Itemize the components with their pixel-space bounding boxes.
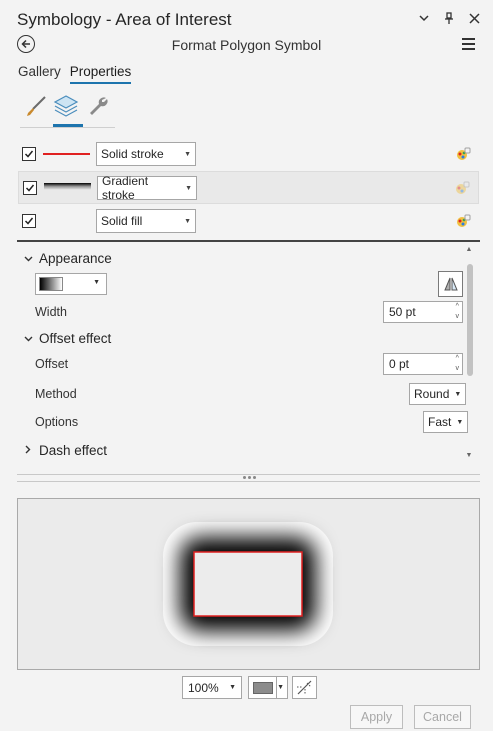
gradient-line-swatch [44,183,91,190]
grip-icon [243,476,256,479]
width-value: 50 pt [389,305,416,319]
chevron-right-icon [23,445,33,456]
scroll-up-icon[interactable]: ▲ [464,246,474,253]
layer-row-solid-stroke[interactable]: Solid stroke ▼ [18,138,479,171]
page-subtitle: Format Polygon Symbol [171,37,322,53]
background-color-swatch [253,682,273,694]
spinner-icon[interactable]: ^ v [456,354,460,374]
layer-type-dropdown[interactable]: Solid stroke ▼ [96,142,196,166]
dropdown-arrow-icon: ▼ [185,184,192,192]
layer-type-value: Gradient stroke [102,174,149,202]
dropdown-arrow-icon: ▼ [277,684,284,691]
divider [17,240,480,242]
tab-properties[interactable]: Properties [69,64,132,84]
appearance-header-label: Appearance [39,251,112,266]
tab-symbol[interactable] [22,92,50,120]
symbol-preview [17,498,480,670]
dropdown-arrow-icon: ▼ [184,150,191,158]
dropdown-arrow-icon: ▼ [456,418,464,426]
polygon-preview-graphic [163,522,333,646]
red-line-swatch [43,153,90,155]
wrench-icon [90,97,108,115]
properties-panel: Appearance ▼ Width 50 pt ^ v Offset effec… [17,244,478,464]
layer-row-gradient-stroke[interactable]: Gradient stroke ▼ [18,171,479,204]
background-color-dropdown[interactable]: ▼ [248,676,288,699]
checkmark-icon [24,217,34,225]
dropdown-arrow-icon: ▼ [93,279,100,286]
zoom-value: 100% [188,681,219,695]
dropdown-arrow-icon: ▼ [229,684,236,691]
options-dropdown[interactable]: Fast ▼ [423,411,469,433]
options-value: Fast [428,415,452,429]
checkmark-icon [25,184,35,192]
dash-effect-header-label: Dash effect [39,443,108,458]
chevron-down-icon [23,254,33,264]
pane-splitter[interactable] [17,474,480,482]
method-value: Round [414,387,450,401]
back-button[interactable] [17,35,35,53]
layer-type-value: Solid fill [101,214,143,228]
scrollbar-thumb[interactable] [467,264,473,376]
options-label: Options [35,415,79,429]
offset-effect-header-label: Offset effect [39,331,112,346]
color-scheme-dropdown[interactable]: ▼ [35,273,107,295]
layer-type-dropdown[interactable]: Solid fill ▼ [96,209,196,233]
tab-structure[interactable] [84,92,112,120]
dropdown-arrow-icon: ▼ [454,390,462,398]
color-lock-icon[interactable] [455,213,471,229]
layer-visibility-checkbox[interactable] [22,214,36,228]
flip-gradient-button[interactable] [438,271,463,297]
title-bar: Symbology - Area of Interest [0,0,493,34]
offset-label: Offset [35,357,69,371]
color-lock-icon[interactable] [454,180,470,196]
layer-visibility-checkbox[interactable] [22,147,36,161]
layer-type-dropdown[interactable]: Gradient stroke ▼ [97,174,197,202]
toggle-grid-button[interactable] [292,676,317,699]
method-label: Method [35,387,77,401]
layer-visibility-checkbox[interactable] [23,181,37,195]
dropdown-arrow-icon: ▼ [184,217,191,225]
properties-scrollbar[interactable]: ▲ ▼ [464,246,474,462]
zoom-dropdown[interactable]: 100% ▼ [182,676,242,699]
back-arrow-icon [21,39,30,49]
grid-toggle-icon [297,680,312,695]
gradient-swatch [39,277,63,291]
width-label: Width [35,305,67,319]
property-subtabs [20,92,115,128]
options-chevron-icon[interactable] [417,10,431,26]
layer-type-value: Solid stroke [101,147,164,161]
scroll-down-icon[interactable]: ▼ [464,452,474,459]
layer-row-solid-fill[interactable]: Solid fill ▼ [18,205,479,238]
paintbrush-icon [27,96,46,116]
offset-effect-section-header[interactable]: Offset effect [23,331,111,346]
pane-title: Symbology - Area of Interest [17,10,232,29]
offset-input[interactable]: 0 pt ^ v [383,353,463,375]
offset-value: 0 pt [389,357,410,371]
cancel-button[interactable]: Cancel [414,705,471,729]
appearance-section-header[interactable]: Appearance [23,251,112,266]
dash-effect-section-header[interactable]: Dash effect [23,443,107,458]
spinner-icon[interactable]: ^ v [456,302,460,322]
apply-button[interactable]: Apply [350,705,403,729]
method-dropdown[interactable]: Round ▼ [409,383,467,405]
chevron-down-icon [23,334,33,344]
tab-layers[interactable] [52,92,83,127]
mirror-icon [443,277,458,291]
layers-icon [53,95,79,117]
main-tabs: Gallery Properties [18,64,132,84]
tab-gallery[interactable]: Gallery [18,64,61,84]
color-lock-icon[interactable] [455,146,471,162]
checkmark-icon [24,150,34,158]
close-icon[interactable] [467,10,481,26]
pin-icon[interactable] [442,10,456,26]
menu-icon[interactable] [462,38,475,53]
width-input[interactable]: 50 pt ^ v [383,301,463,323]
title-bar-controls [417,10,481,26]
